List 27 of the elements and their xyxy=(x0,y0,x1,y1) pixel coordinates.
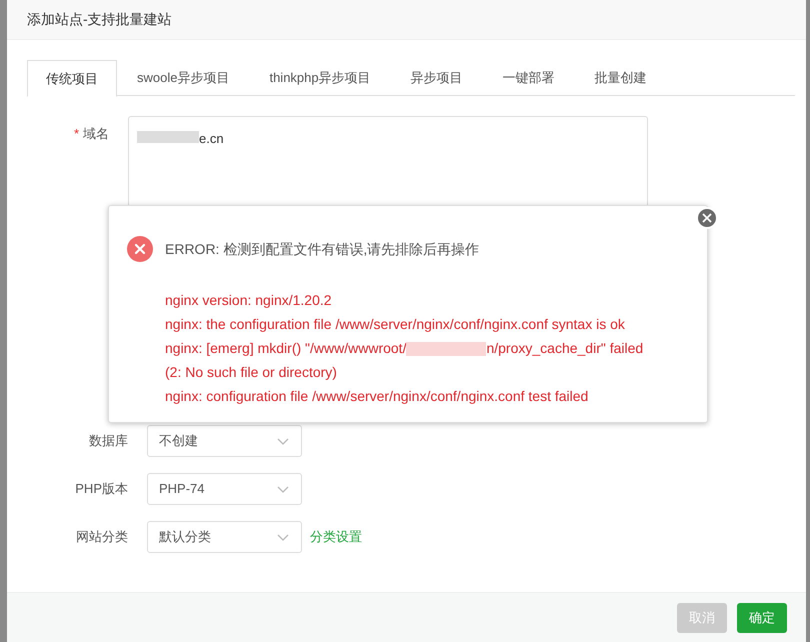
error-title: ERROR: 检测到配置文件有错误,请先排除后再操作 xyxy=(165,240,480,258)
dialog-title: 添加站点-支持批量建站 xyxy=(27,10,172,29)
field-label: 域名 xyxy=(83,126,109,141)
domain-value: e.cn xyxy=(199,130,224,148)
redaction-blur xyxy=(137,131,199,143)
required-mark: * xyxy=(74,126,79,141)
chevron-down-icon xyxy=(277,438,289,446)
tab[interactable]: 异步项目 xyxy=(390,60,483,96)
tab[interactable]: thinkphp异步项目 xyxy=(249,60,391,96)
chevron-down-icon xyxy=(277,534,289,542)
tab[interactable]: 一键部署 xyxy=(482,60,575,96)
select-field[interactable]: 不创建 xyxy=(147,425,302,457)
error-line: nginx version: nginx/1.20.2 xyxy=(165,291,333,310)
tab[interactable]: 批量创建 xyxy=(574,60,667,96)
chevron-down-icon xyxy=(277,486,289,494)
tab[interactable]: swoole异步项目 xyxy=(117,60,250,96)
error-line: (2: No such file or directory) xyxy=(165,363,338,382)
select-field[interactable]: PHP-74 xyxy=(147,473,302,505)
error-icon xyxy=(127,236,153,262)
select-field[interactable]: 默认分类 xyxy=(147,521,302,553)
error-line: nginx: configuration file /www/server/nginx/conf/nginx.conf test failed xyxy=(165,387,590,406)
field-label: 数据库 xyxy=(89,433,128,448)
field-label: 网站分类 xyxy=(76,529,128,544)
field-label: PHP版本 xyxy=(75,481,128,496)
tab[interactable]: 传统项目 xyxy=(27,60,117,97)
error-line: nginx: the configuration file /www/server/nginx/conf/nginx.conf syntax is ok xyxy=(165,315,626,334)
error-line: nginx: [emerg] mkdir() "/www/wwwroot/ n/proxy_cache_dir" failed xyxy=(165,339,644,358)
